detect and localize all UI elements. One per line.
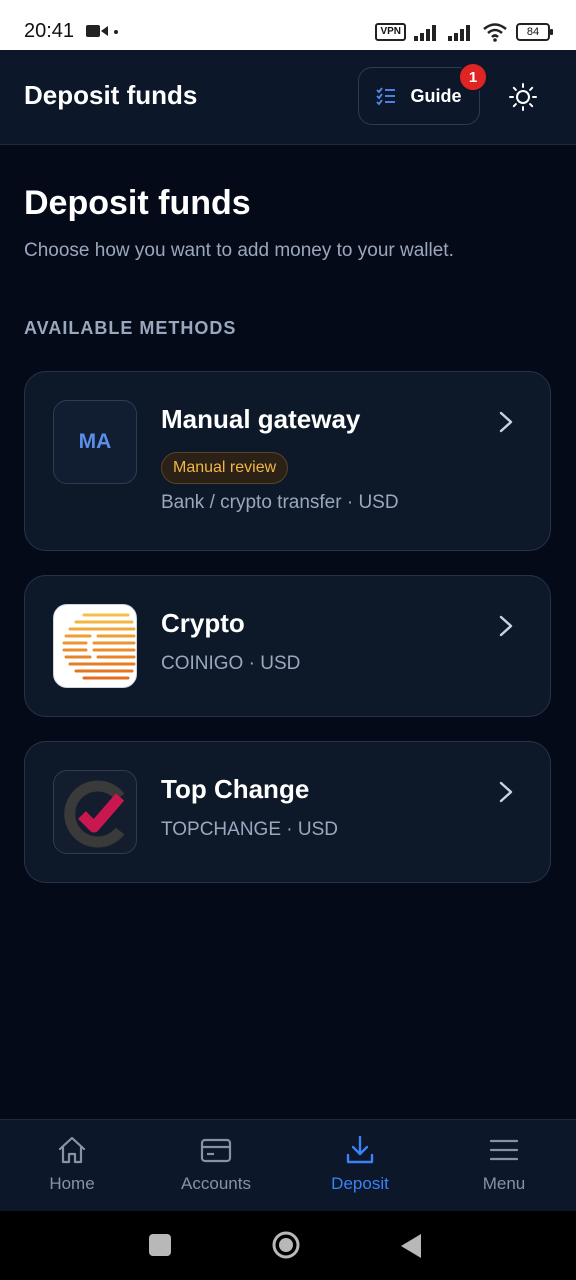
home-button-icon[interactable] [271,1230,301,1260]
sun-icon[interactable] [508,82,538,112]
page-title: Deposit funds [24,184,251,222]
checklist-icon [376,87,396,106]
method-card-crypto[interactable]: Crypto COINIGO · USD [24,575,551,717]
status-bar: 20:41 VPN 84 [0,0,576,50]
app-header: Deposit funds Guide 1 [0,50,576,145]
nav-item-menu[interactable]: Menu [432,1120,576,1212]
battery-indicator: 84 [516,23,553,41]
page-subtitle: Choose how you want to add money to your… [24,240,454,261]
back-icon[interactable] [400,1233,422,1259]
nav-label: Accounts [181,1174,251,1193]
method-name: Crypto [161,608,245,638]
download-icon [346,1135,374,1164]
status-icons: VPN 84 [375,20,553,44]
card-icon [200,1138,232,1163]
nav-label: Menu [482,1174,526,1193]
guide-notification-badge: 1 [458,62,488,92]
nav-item-accounts[interactable]: Accounts [144,1120,288,1212]
method-meta: COINIGO · USD [161,653,301,674]
nav-item-deposit[interactable]: Deposit [288,1120,432,1212]
method-name: Manual gateway [161,404,361,434]
method-logo: MA [53,400,137,484]
wifi-icon [483,23,507,42]
chevron-right-icon [499,411,513,433]
home-icon [58,1136,86,1164]
notification-dot-icon [114,30,118,34]
method-card-manual-gateway[interactable]: MA Manual gateway Manual review Bank / c… [24,371,551,551]
nav-item-home[interactable]: Home [0,1120,144,1212]
system-nav-bar [0,1211,576,1280]
section-label: AVAILABLE METHODS [24,318,237,338]
nav-label: Deposit [331,1174,389,1193]
vpn-badge: VPN [375,23,406,41]
signal-icon [414,25,436,41]
bottom-nav: Home Accounts Deposit Menu [0,1119,576,1212]
method-meta: TOPCHANGE · USD [161,819,339,840]
status-time: 20:41 [24,20,75,42]
chevron-right-icon [499,615,513,637]
coinigo-logo-icon [53,604,137,688]
nav-label: Home [49,1174,95,1193]
method-card-top-change[interactable]: Top Change TOPCHANGE · USD [24,741,551,883]
signal-icon [448,25,470,41]
manual-review-badge: Manual review [161,452,289,484]
method-name: Top Change [161,774,310,804]
guide-label: Guide [410,85,462,106]
header-title: Deposit funds [24,80,198,110]
topchange-logo-icon [53,770,137,854]
video-camera-icon [86,25,108,37]
chevron-right-icon [499,781,513,803]
menu-icon [489,1139,519,1161]
method-meta: Bank / crypto transfer · USD [161,492,399,513]
recent-apps-icon[interactable] [149,1234,171,1256]
